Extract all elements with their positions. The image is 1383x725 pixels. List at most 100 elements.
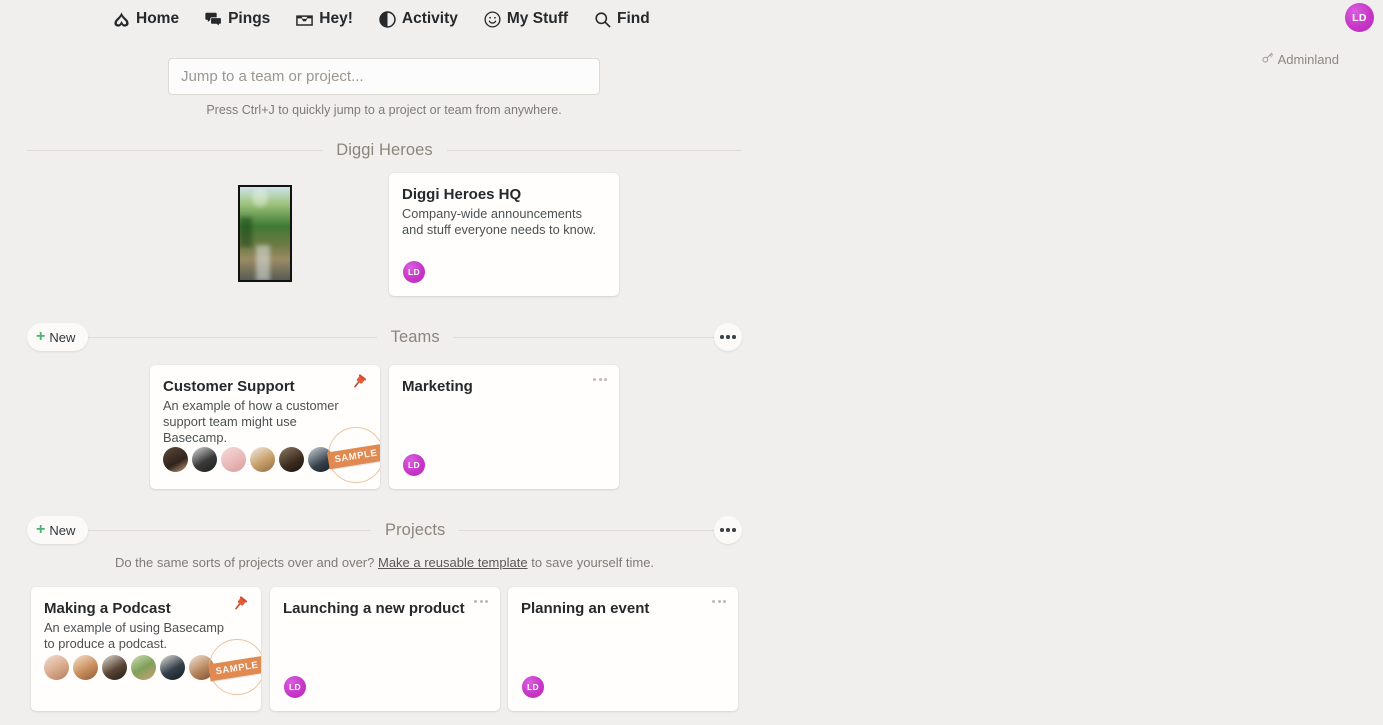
projects-section-header: + New Projects <box>27 513 742 547</box>
nav-item-home[interactable]: Home <box>113 10 179 28</box>
half-circle-icon <box>379 11 396 28</box>
user-avatar[interactable]: LD <box>1345 3 1374 32</box>
teams-section-title: Teams <box>377 328 454 347</box>
dot <box>480 600 483 603</box>
plus-icon: + <box>36 329 45 345</box>
pin-icon[interactable] <box>350 373 368 391</box>
project-card-making-a-podcast[interactable]: Making a Podcast An example of using Bas… <box>31 587 261 711</box>
nav-label-pings: Pings <box>228 10 270 28</box>
nav-label-my-stuff: My Stuff <box>507 10 568 28</box>
dot <box>599 378 602 381</box>
member-avatar <box>44 655 69 680</box>
project-members-avatars[interactable] <box>44 655 218 680</box>
pin-icon[interactable] <box>231 595 249 613</box>
user-avatar-initials: LD <box>1352 12 1367 24</box>
dot <box>720 335 724 339</box>
team-card-title: Marketing <box>402 378 605 395</box>
dot <box>485 600 488 603</box>
teams-options-button[interactable] <box>714 323 742 351</box>
dot <box>732 528 736 532</box>
section-teams: + New Teams <box>27 320 742 354</box>
inbox-tray-icon <box>296 11 313 28</box>
team-card-avatar[interactable]: LD <box>403 454 425 476</box>
hq-card-avatar-initials: LD <box>408 267 420 277</box>
team-card-customer-support[interactable]: Customer Support An example of how a cus… <box>150 365 380 489</box>
member-avatar <box>308 447 333 472</box>
project-card-avatar[interactable]: LD <box>284 676 306 698</box>
jump-search-area: Press Ctrl+J to quickly jump to a projec… <box>168 58 600 117</box>
team-card-description: An example of how a customer support tea… <box>163 398 356 446</box>
template-hint-prefix: Do the same sorts of projects over and o… <box>115 555 374 570</box>
new-team-label: New <box>49 330 75 345</box>
dot <box>720 528 724 532</box>
hq-cover-photo[interactable] <box>238 185 292 282</box>
teams-section-header: + New Teams <box>27 320 742 354</box>
photo-sky-highlight <box>252 189 268 207</box>
dot <box>712 600 715 603</box>
adminland-label: Adminland <box>1278 52 1339 67</box>
dot <box>718 600 721 603</box>
hq-section-header: Diggi Heroes <box>27 133 742 167</box>
projects-options-button[interactable] <box>714 516 742 544</box>
smiley-face-icon <box>484 11 501 28</box>
new-team-button[interactable]: + New <box>27 323 88 351</box>
team-members-avatars[interactable] <box>163 447 337 472</box>
hq-card-description: Company-wide announcements and stuff eve… <box>402 206 599 238</box>
chat-bubbles-icon <box>205 11 222 28</box>
member-avatar <box>221 447 246 472</box>
member-avatar <box>73 655 98 680</box>
reusable-template-link[interactable]: Make a reusable template <box>378 555 528 570</box>
new-project-button[interactable]: + New <box>27 516 88 544</box>
nav-item-my-stuff[interactable]: My Stuff <box>484 10 568 28</box>
team-card-options-button[interactable] <box>593 378 607 381</box>
member-avatar <box>131 655 156 680</box>
hq-card-avatar[interactable]: LD <box>403 261 425 283</box>
nav-items: Home Pings Hey! <box>113 10 650 28</box>
jump-search-input[interactable] <box>168 58 600 95</box>
project-card-title: Making a Podcast <box>44 600 247 617</box>
plus-icon: + <box>36 522 45 538</box>
nav-label-home: Home <box>136 10 179 28</box>
dot <box>726 335 730 339</box>
projects-template-hint: Do the same sorts of projects over and o… <box>27 555 742 570</box>
project-card-options-button[interactable] <box>712 600 726 603</box>
nav-item-activity[interactable]: Activity <box>379 10 458 28</box>
project-card-title: Planning an event <box>521 600 724 617</box>
project-card-avatar[interactable]: LD <box>522 676 544 698</box>
team-card-marketing[interactable]: Marketing LD <box>389 365 619 489</box>
new-project-label: New <box>49 523 75 538</box>
section-projects: + New Projects Do the same sorts of proj… <box>27 513 742 570</box>
section-hq: Diggi Heroes <box>27 133 742 167</box>
hq-card-title: Diggi Heroes HQ <box>402 186 605 203</box>
basecamp-home-icon <box>113 11 130 28</box>
dot <box>732 335 736 339</box>
dot <box>726 528 730 532</box>
nav-label-activity: Activity <box>402 10 458 28</box>
member-avatar <box>279 447 304 472</box>
nav-item-pings[interactable]: Pings <box>205 10 270 28</box>
photo-water-highlight <box>256 245 270 281</box>
nav-item-hey[interactable]: Hey! <box>296 10 353 28</box>
key-icon <box>1261 51 1274 67</box>
project-card-options-button[interactable] <box>474 600 488 603</box>
hq-card[interactable]: Diggi Heroes HQ Company-wide announcemen… <box>389 173 619 296</box>
jump-hint: Press Ctrl+J to quickly jump to a projec… <box>168 103 600 117</box>
project-card-title: Launching a new product <box>283 600 486 617</box>
nav-label-hey: Hey! <box>319 10 353 28</box>
dot <box>593 378 596 381</box>
adminland-link[interactable]: Adminland <box>1261 51 1339 67</box>
nav-label-find: Find <box>617 10 650 28</box>
top-navigation: Home Pings Hey! <box>0 0 1383 38</box>
nav-item-find[interactable]: Find <box>594 10 650 28</box>
project-card-description: An example of using Basecamp to produce … <box>44 620 237 652</box>
magnifier-icon <box>594 11 611 28</box>
dot <box>604 378 607 381</box>
team-card-avatar-initials: LD <box>408 460 420 470</box>
project-card-avatar-initials: LD <box>289 682 301 692</box>
project-card-launching-a-new-product[interactable]: Launching a new product LD <box>270 587 500 711</box>
hq-section-title: Diggi Heroes <box>322 141 447 160</box>
dot <box>723 600 726 603</box>
member-avatar <box>192 447 217 472</box>
project-card-planning-an-event[interactable]: Planning an event LD <box>508 587 738 711</box>
member-avatar <box>163 447 188 472</box>
